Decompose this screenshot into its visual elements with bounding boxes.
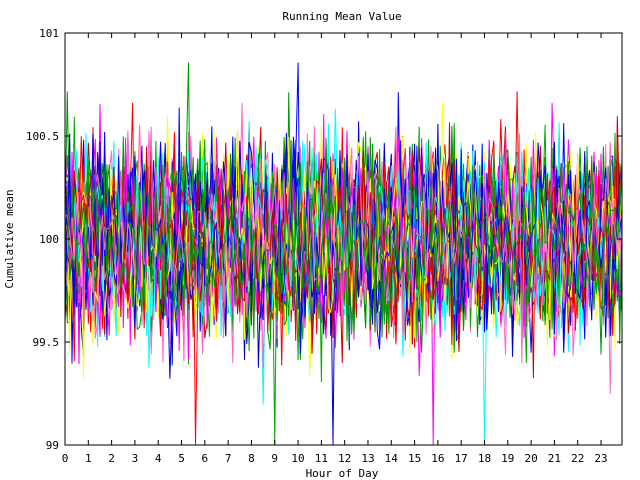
x-tick-label: 9: [271, 452, 278, 465]
y-tick-label: 100.5: [26, 130, 59, 143]
chart-container: Running Mean Value 0 1 2 3 4 5 6 7 8 9 10 11 12 13 14 1…: [0, 0, 640, 480]
x-tick-label: 6: [202, 452, 209, 465]
x-tick-label: 1: [85, 452, 92, 465]
chart-title: Running Mean Value: [282, 10, 401, 23]
x-tick-label: 17: [455, 452, 468, 465]
x-tick-label: 3: [132, 452, 139, 465]
x-axis-title: Hour of Day: [306, 467, 379, 480]
x-tick-label: 11: [315, 452, 328, 465]
x-tick-label: 5: [178, 452, 185, 465]
x-tick-label: 19: [501, 452, 514, 465]
x-tick-label: 12: [338, 452, 351, 465]
series-layer: [64, 62, 623, 446]
x-tick-label: 8: [248, 452, 255, 465]
y-axis-title: Cumulative mean: [3, 189, 16, 288]
x-tick-label: 15: [408, 452, 421, 465]
x-tick-label: 10: [291, 452, 304, 465]
x-tick-label: 22: [571, 452, 584, 465]
x-tick-label: 13: [361, 452, 374, 465]
x-tick-label: 4: [155, 452, 162, 465]
line-chart: Running Mean Value 0 1 2 3 4 5 6 7 8 9 10 11 12 13 14 1…: [3, 10, 623, 480]
x-tick-label: 7: [225, 452, 232, 465]
x-tick-label: 14: [385, 452, 399, 465]
x-tick-label: 2: [108, 452, 115, 465]
x-tick-label: 16: [431, 452, 444, 465]
x-tick-label: 23: [594, 452, 607, 465]
x-tick-label: 18: [478, 452, 491, 465]
y-tick-label: 99: [46, 439, 59, 452]
y-tick-label: 101: [39, 27, 59, 40]
x-tick-label: 0: [62, 452, 69, 465]
y-tick-label: 100: [39, 233, 59, 246]
x-tick-label: 21: [548, 452, 561, 465]
x-tick-label: 20: [524, 452, 537, 465]
y-tick-label: 99.5: [33, 336, 60, 349]
